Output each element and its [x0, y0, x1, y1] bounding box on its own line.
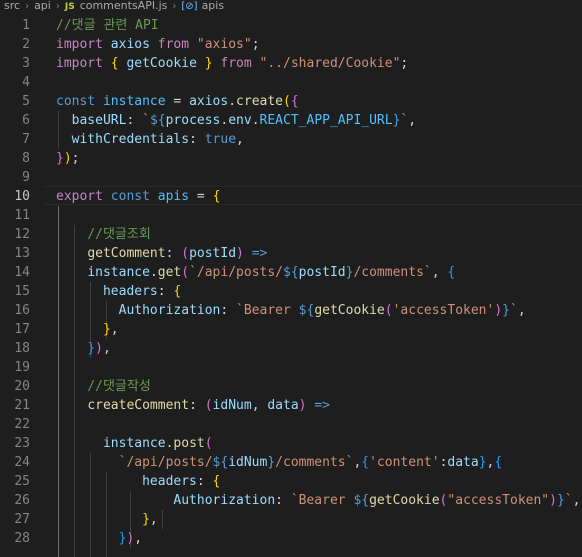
line-number-active: 10 — [14, 189, 30, 204]
code-line-26: Authorization: `Bearer ${getCookie("acce… — [173, 493, 581, 508]
line-number: 18 — [14, 341, 30, 356]
line-number: 15 — [14, 284, 30, 299]
code-comment: //댓글 관련 API — [56, 18, 159, 33]
code-line-18: }), — [87, 341, 111, 356]
code-line-23: instance.post( — [102, 436, 213, 451]
line-number: 8 — [22, 151, 30, 166]
breadcrumb-item-symbol[interactable]: apis — [202, 0, 225, 12]
code-line-17: }, — [102, 322, 119, 337]
line-number: 19 — [14, 360, 30, 375]
line-number: 27 — [14, 512, 30, 527]
code-line-13: getComment: (postId) => — [87, 246, 268, 261]
javascript-file-icon: JS — [64, 2, 75, 12]
line-number: 11 — [14, 208, 30, 223]
code-line-24: `/api/posts/${idNum}/comments`,{'content… — [118, 455, 503, 470]
code-line-7: withCredentials: true, — [71, 132, 244, 147]
code-line-27: }, — [142, 512, 158, 527]
line-number: 21 — [14, 398, 30, 413]
line-number: 6 — [22, 113, 30, 128]
code-line-5: const instance = axios.create({ — [56, 94, 299, 109]
code-line-28: }), — [118, 531, 143, 546]
code-line-16: Authorization: `Bearer ${getCookie('acce… — [118, 303, 526, 318]
code-line-3: import { getCookie } from "../shared/Coo… — [56, 56, 409, 71]
line-number: 25 — [14, 474, 30, 489]
line-number: 7 — [22, 132, 30, 147]
code-line-2: import axios from "axios"; — [56, 37, 260, 52]
line-number: 3 — [22, 56, 30, 71]
breadcrumb: src › api › JS commentsAPI.js › [⊘] apis — [0, 0, 582, 12]
line-number: 9 — [22, 170, 30, 185]
line-number: 17 — [14, 322, 30, 337]
code-line-6: baseURL: `${process.env.REACT_APP_API_UR… — [71, 113, 417, 128]
variable-symbol-icon: [⊘] — [181, 1, 198, 12]
code-line-8: }); — [56, 151, 80, 166]
line-number: 5 — [22, 94, 30, 109]
code-line-14: instance.get(`/api/posts/${postId}/comme… — [87, 265, 456, 280]
code-line-15: headers: { — [102, 284, 182, 299]
code-line-10: export const apis = { — [56, 189, 221, 204]
code-line-25: headers: { — [142, 474, 221, 489]
code-line-12: //댓글조회 — [56, 225, 582, 244]
line-number: 28 — [14, 531, 30, 546]
line-number: 16 — [14, 303, 30, 318]
code-comment: //댓글작성 — [87, 379, 151, 394]
line-number: 12 — [14, 227, 30, 242]
breadcrumb-item-src[interactable]: src — [4, 0, 20, 12]
code-editor[interactable]: 1 2 3 4 5 6 7 8 9 10 11 12 13 14 15 16 1… — [0, 14, 582, 557]
line-number: 20 — [14, 379, 30, 394]
line-number: 1 — [22, 18, 30, 33]
line-number: 14 — [14, 265, 30, 280]
line-number: 23 — [14, 436, 30, 451]
line-number: 2 — [22, 37, 30, 52]
line-number: 4 — [22, 75, 30, 90]
code-area[interactable]: //댓글 관련 API import axios from "axios"; i… — [56, 14, 582, 557]
code-line-20: //댓글작성 — [56, 377, 582, 396]
line-number: 24 — [14, 455, 30, 470]
chevron-right-icon: › — [25, 1, 30, 12]
chevron-right-icon: › — [55, 1, 60, 12]
breadcrumb-item-api[interactable]: api — [34, 0, 51, 12]
code-line-21: createComment: (idNum, data) => — [87, 398, 330, 413]
line-number: 13 — [14, 246, 30, 261]
code-comment: //댓글조회 — [87, 227, 151, 242]
breadcrumb-item-file[interactable]: commentsAPI.js — [80, 0, 168, 12]
line-number: 26 — [14, 493, 30, 508]
chevron-right-icon: › — [172, 1, 177, 12]
line-number: 22 — [14, 417, 30, 432]
code-line-1: //댓글 관련 API — [56, 16, 582, 35]
line-number-gutter: 1 2 3 4 5 6 7 8 9 10 11 12 13 14 15 16 1… — [0, 14, 44, 557]
